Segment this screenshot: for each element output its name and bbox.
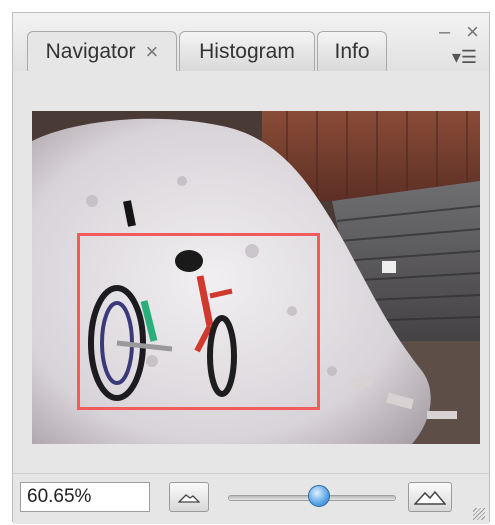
window-controls: – × ▾☰ xyxy=(439,19,479,68)
zoom-slider[interactable] xyxy=(228,485,396,509)
mountain-large-icon xyxy=(414,490,446,505)
navigator-panel: Navigator × Histogram Info – × ▾☰ 60.65% xyxy=(12,12,490,524)
zoom-bar: 60.65% xyxy=(13,473,489,524)
zoom-slider-knob[interactable] xyxy=(308,485,330,507)
navigator-content xyxy=(13,71,489,461)
mountain-small-icon xyxy=(178,494,200,503)
zoom-in-button[interactable] xyxy=(408,482,452,512)
tab-navigator-label: Navigator xyxy=(45,40,136,63)
tab-info-label: Info xyxy=(334,39,370,63)
minimize-icon[interactable]: – xyxy=(439,21,450,44)
tab-info[interactable]: Info xyxy=(317,31,387,71)
close-icon[interactable]: × xyxy=(146,41,159,63)
zoom-out-button[interactable] xyxy=(169,482,209,512)
panel-tab-bar: Navigator × Histogram Info – × ▾☰ xyxy=(13,13,489,72)
tab-navigator[interactable]: Navigator × xyxy=(27,31,177,72)
panel-menu-icon[interactable]: ▾☰ xyxy=(452,47,477,68)
view-area-rectangle[interactable] xyxy=(77,233,320,410)
image-thumbnail[interactable] xyxy=(32,111,480,444)
resize-grip-icon[interactable] xyxy=(473,508,485,520)
zoom-level-field[interactable]: 60.65% xyxy=(20,482,150,512)
close-panel-icon[interactable]: × xyxy=(466,19,479,45)
zoom-level-value: 60.65% xyxy=(27,486,92,507)
tab-histogram-label: Histogram xyxy=(199,39,295,63)
tab-histogram[interactable]: Histogram xyxy=(179,31,315,71)
